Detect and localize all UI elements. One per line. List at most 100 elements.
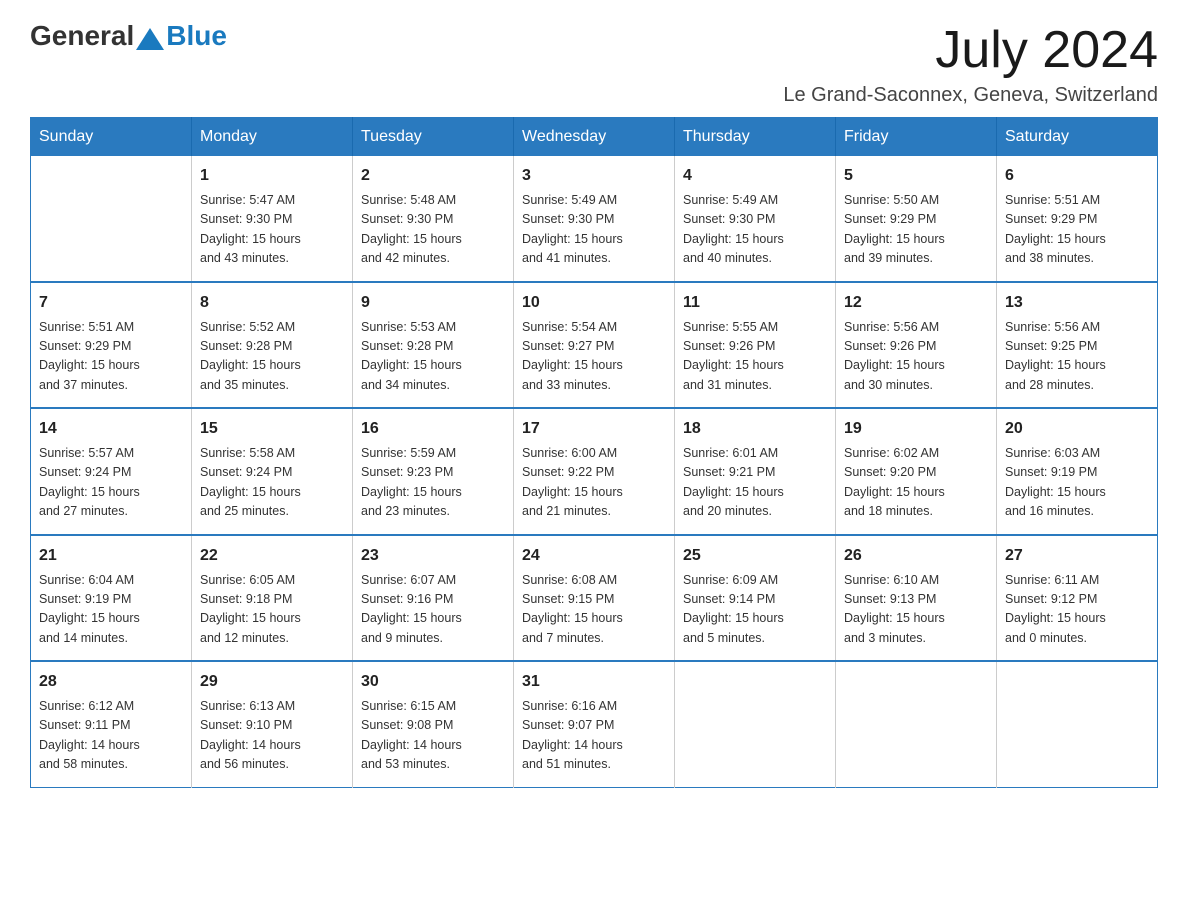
day-info: Sunrise: 5:47 AM Sunset: 9:30 PM Dayligh… (200, 193, 301, 265)
day-number: 5 (844, 164, 988, 188)
day-info: Sunrise: 5:48 AM Sunset: 9:30 PM Dayligh… (361, 193, 462, 265)
logo-general-text: General (30, 20, 134, 52)
calendar-cell: 4 Sunrise: 5:49 AM Sunset: 9:30 PM Daylig… (675, 156, 836, 282)
day-info: Sunrise: 6:11 AM Sunset: 9:12 PM Dayligh… (1005, 573, 1106, 645)
day-number: 14 (39, 417, 183, 441)
calendar-day-header: Thursday (675, 118, 836, 157)
day-number: 20 (1005, 417, 1149, 441)
logo-triangle-icon (136, 28, 164, 50)
calendar-cell (31, 156, 192, 282)
day-info: Sunrise: 6:01 AM Sunset: 9:21 PM Dayligh… (683, 446, 784, 518)
calendar-week-row: 1 Sunrise: 5:47 AM Sunset: 9:30 PM Daylig… (31, 156, 1158, 282)
day-info: Sunrise: 5:55 AM Sunset: 9:26 PM Dayligh… (683, 320, 784, 392)
calendar-cell: 3 Sunrise: 5:49 AM Sunset: 9:30 PM Daylig… (514, 156, 675, 282)
page-header: General Blue July 2024 Le Grand-Saconnex… (30, 20, 1158, 107)
calendar-day-header: Monday (192, 118, 353, 157)
calendar-cell: 11 Sunrise: 5:55 AM Sunset: 9:26 PM Dayli… (675, 282, 836, 409)
calendar-cell: 28Sunrise: 6:12 AM Sunset: 9:11 PM Dayli… (31, 661, 192, 787)
calendar-day-header: Tuesday (353, 118, 514, 157)
day-number: 4 (683, 164, 827, 188)
day-number: 22 (200, 544, 344, 568)
calendar-cell: 5 Sunrise: 5:50 AM Sunset: 9:29 PM Daylig… (836, 156, 997, 282)
calendar-cell: 9 Sunrise: 5:53 AM Sunset: 9:28 PM Daylig… (353, 282, 514, 409)
calendar-cell: 18Sunrise: 6:01 AM Sunset: 9:21 PM Dayli… (675, 408, 836, 535)
calendar-table: SundayMondayTuesdayWednesdayThursdayFrid… (30, 117, 1158, 788)
calendar-cell: 7Sunrise: 5:51 AM Sunset: 9:29 PM Daylig… (31, 282, 192, 409)
calendar-cell: 20 Sunrise: 6:03 AM Sunset: 9:19 PM Dayli… (997, 408, 1158, 535)
day-number: 3 (522, 164, 666, 188)
day-number: 6 (1005, 164, 1149, 188)
calendar-cell: 17Sunrise: 6:00 AM Sunset: 9:22 PM Dayli… (514, 408, 675, 535)
day-number: 13 (1005, 291, 1149, 315)
day-info: Sunrise: 6:05 AM Sunset: 9:18 PM Dayligh… (200, 573, 301, 645)
calendar-cell: 8 Sunrise: 5:52 AM Sunset: 9:28 PM Daylig… (192, 282, 353, 409)
day-number: 21 (39, 544, 183, 568)
day-info: Sunrise: 6:12 AM Sunset: 9:11 PM Dayligh… (39, 699, 140, 771)
calendar-cell: 10 Sunrise: 5:54 AM Sunset: 9:27 PM Dayli… (514, 282, 675, 409)
day-info: Sunrise: 5:54 AM Sunset: 9:27 PM Dayligh… (522, 320, 623, 392)
day-number: 29 (200, 670, 344, 694)
day-info: Sunrise: 6:02 AM Sunset: 9:20 PM Dayligh… (844, 446, 945, 518)
calendar-cell: 21Sunrise: 6:04 AM Sunset: 9:19 PM Dayli… (31, 535, 192, 662)
calendar-day-header: Wednesday (514, 118, 675, 157)
day-info: Sunrise: 6:07 AM Sunset: 9:16 PM Dayligh… (361, 573, 462, 645)
day-number: 27 (1005, 544, 1149, 568)
calendar-cell: 1 Sunrise: 5:47 AM Sunset: 9:30 PM Daylig… (192, 156, 353, 282)
day-info: Sunrise: 6:08 AM Sunset: 9:15 PM Dayligh… (522, 573, 623, 645)
day-number: 31 (522, 670, 666, 694)
calendar-cell (836, 661, 997, 787)
calendar-cell: 16Sunrise: 5:59 AM Sunset: 9:23 PM Dayli… (353, 408, 514, 535)
logo-blue-text: Blue (166, 20, 227, 52)
day-info: Sunrise: 5:52 AM Sunset: 9:28 PM Dayligh… (200, 320, 301, 392)
day-number: 26 (844, 544, 988, 568)
day-info: Sunrise: 5:51 AM Sunset: 9:29 PM Dayligh… (1005, 193, 1106, 265)
day-info: Sunrise: 5:56 AM Sunset: 9:25 PM Dayligh… (1005, 320, 1106, 392)
calendar-cell: 12Sunrise: 5:56 AM Sunset: 9:26 PM Dayli… (836, 282, 997, 409)
day-number: 24 (522, 544, 666, 568)
day-number: 10 (522, 291, 666, 315)
day-number: 8 (200, 291, 344, 315)
calendar-cell (997, 661, 1158, 787)
calendar-week-row: 7Sunrise: 5:51 AM Sunset: 9:29 PM Daylig… (31, 282, 1158, 409)
calendar-cell: 2 Sunrise: 5:48 AM Sunset: 9:30 PM Daylig… (353, 156, 514, 282)
day-info: Sunrise: 6:03 AM Sunset: 9:19 PM Dayligh… (1005, 446, 1106, 518)
calendar-cell: 27 Sunrise: 6:11 AM Sunset: 9:12 PM Dayli… (997, 535, 1158, 662)
day-number: 25 (683, 544, 827, 568)
day-info: Sunrise: 5:50 AM Sunset: 9:29 PM Dayligh… (844, 193, 945, 265)
day-number: 1 (200, 164, 344, 188)
calendar-cell: 31Sunrise: 6:16 AM Sunset: 9:07 PM Dayli… (514, 661, 675, 787)
day-number: 9 (361, 291, 505, 315)
day-number: 19 (844, 417, 988, 441)
day-info: Sunrise: 6:10 AM Sunset: 9:13 PM Dayligh… (844, 573, 945, 645)
day-number: 30 (361, 670, 505, 694)
month-year-title: July 2024 (783, 20, 1158, 80)
day-info: Sunrise: 5:49 AM Sunset: 9:30 PM Dayligh… (522, 193, 623, 265)
day-info: Sunrise: 5:57 AM Sunset: 9:24 PM Dayligh… (39, 446, 140, 518)
calendar-cell: 30Sunrise: 6:15 AM Sunset: 9:08 PM Dayli… (353, 661, 514, 787)
calendar-cell: 22 Sunrise: 6:05 AM Sunset: 9:18 PM Dayli… (192, 535, 353, 662)
calendar-cell: 14 Sunrise: 5:57 AM Sunset: 9:24 PM Dayli… (31, 408, 192, 535)
calendar-day-header: Sunday (31, 118, 192, 157)
calendar-cell: 19 Sunrise: 6:02 AM Sunset: 9:20 PM Dayli… (836, 408, 997, 535)
location-subtitle: Le Grand-Saconnex, Geneva, Switzerland (783, 84, 1158, 107)
calendar-header-row: SundayMondayTuesdayWednesdayThursdayFrid… (31, 118, 1158, 157)
calendar-week-row: 21Sunrise: 6:04 AM Sunset: 9:19 PM Dayli… (31, 535, 1158, 662)
calendar-day-header: Saturday (997, 118, 1158, 157)
day-info: Sunrise: 5:58 AM Sunset: 9:24 PM Dayligh… (200, 446, 301, 518)
day-info: Sunrise: 5:56 AM Sunset: 9:26 PM Dayligh… (844, 320, 945, 392)
calendar-week-row: 28Sunrise: 6:12 AM Sunset: 9:11 PM Dayli… (31, 661, 1158, 787)
day-info: Sunrise: 5:49 AM Sunset: 9:30 PM Dayligh… (683, 193, 784, 265)
calendar-cell: 23 Sunrise: 6:07 AM Sunset: 9:16 PM Dayli… (353, 535, 514, 662)
calendar-cell: 13 Sunrise: 5:56 AM Sunset: 9:25 PM Dayli… (997, 282, 1158, 409)
day-info: Sunrise: 5:53 AM Sunset: 9:28 PM Dayligh… (361, 320, 462, 392)
calendar-week-row: 14 Sunrise: 5:57 AM Sunset: 9:24 PM Dayli… (31, 408, 1158, 535)
day-number: 11 (683, 291, 827, 315)
day-number: 2 (361, 164, 505, 188)
calendar-cell: 6 Sunrise: 5:51 AM Sunset: 9:29 PM Daylig… (997, 156, 1158, 282)
calendar-cell: 26 Sunrise: 6:10 AM Sunset: 9:13 PM Dayli… (836, 535, 997, 662)
day-number: 23 (361, 544, 505, 568)
title-section: July 2024 Le Grand-Saconnex, Geneva, Swi… (783, 20, 1158, 107)
calendar-cell (675, 661, 836, 787)
day-number: 16 (361, 417, 505, 441)
calendar-cell: 15Sunrise: 5:58 AM Sunset: 9:24 PM Dayli… (192, 408, 353, 535)
